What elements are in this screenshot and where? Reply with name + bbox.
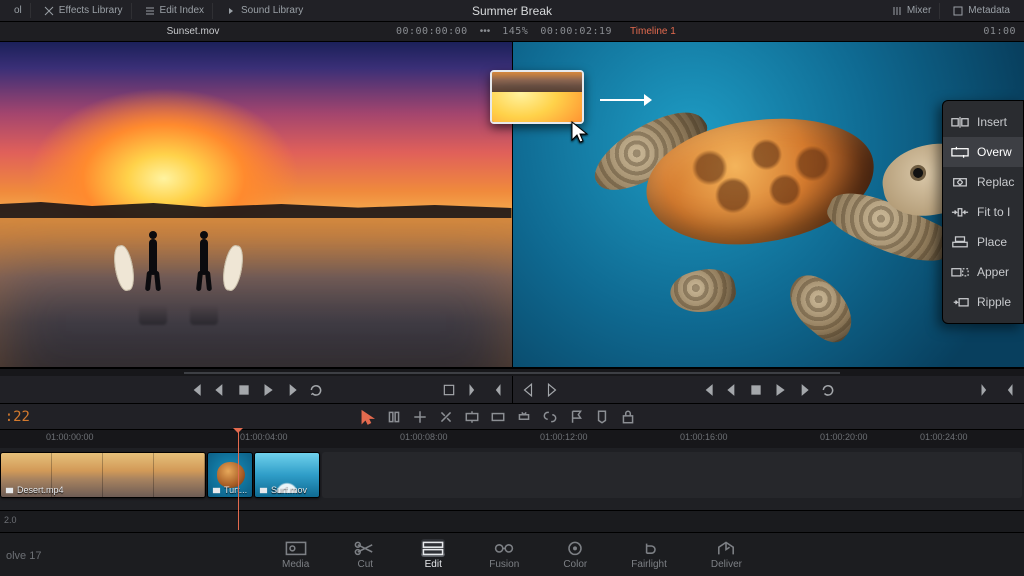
source-tc-current: 00:00:02:19 <box>540 26 612 37</box>
marker-button[interactable] <box>594 409 610 425</box>
replace-icon <box>951 175 969 189</box>
timeline-name[interactable]: Timeline 1 <box>630 26 676 37</box>
loop-button[interactable] <box>309 383 323 397</box>
page-edit[interactable]: Edit <box>413 535 453 574</box>
mixer-button[interactable]: Mixer <box>883 3 940 19</box>
source-scrub-bar[interactable] <box>0 368 1024 376</box>
playhead[interactable] <box>238 430 239 530</box>
next-frame-button[interactable] <box>285 383 299 397</box>
prev-frame-button[interactable] <box>213 383 227 397</box>
dynamic-trim-tool[interactable] <box>412 409 428 425</box>
edit-overlay-append[interactable]: Apper <box>943 257 1023 287</box>
source-tc-start: 00:00:00:00 <box>396 26 468 37</box>
transport-bar <box>0 376 1024 404</box>
viewer-zoom[interactable]: 145% <box>502 26 528 37</box>
timeline-ruler[interactable]: 01:00:00:00 01:00:04:00 01:00:08:00 01:0… <box>0 430 1024 448</box>
play-button[interactable] <box>261 383 275 397</box>
metadata-button[interactable]: Metadata <box>944 3 1018 19</box>
overwrite-clip-button[interactable] <box>490 409 506 425</box>
play-button[interactable] <box>773 383 787 397</box>
mark-in-button[interactable] <box>466 383 480 397</box>
timeline-toolbar: :22 <box>0 404 1024 430</box>
prev-frame-button[interactable] <box>725 383 739 397</box>
mark-out-button[interactable] <box>490 383 504 397</box>
edit-overlay-insert[interactable]: Insert <box>943 107 1023 137</box>
clip-turtle[interactable]: Turt... <box>207 452 253 498</box>
trim-tool[interactable] <box>386 409 402 425</box>
page-tabs: olve 17 Media Cut Edit Fusion Color Fair… <box>0 532 1024 576</box>
fit-to-fill-icon <box>951 205 969 219</box>
insert-icon <box>951 115 969 129</box>
place-on-top-icon <box>951 235 969 249</box>
first-frame-button[interactable] <box>189 383 203 397</box>
lock-button[interactable] <box>620 409 636 425</box>
match-frame-button[interactable] <box>442 383 456 397</box>
link-button[interactable] <box>542 409 558 425</box>
mark-out-button[interactable] <box>1002 383 1016 397</box>
media-pool-button[interactable]: ol <box>6 3 31 18</box>
overwrite-icon <box>951 145 969 159</box>
insert-clip-button[interactable] <box>464 409 480 425</box>
mouse-cursor-icon <box>570 120 590 146</box>
next-frame-button[interactable] <box>797 383 811 397</box>
prev-edit-button[interactable] <box>521 383 535 397</box>
effects-library-button[interactable]: Effects Library <box>35 3 132 19</box>
stop-button[interactable] <box>749 383 763 397</box>
viewer-infobar: Sunset.mov 00:00:00:00 ••• 145% 00:00:02… <box>0 22 1024 42</box>
edit-overlay-menu: Insert Overw Replac Fit to I Place Apper <box>942 100 1024 324</box>
edit-index-button[interactable]: Edit Index <box>136 3 213 19</box>
edit-overlay-replace[interactable]: Replac <box>943 167 1023 197</box>
first-frame-button[interactable] <box>701 383 715 397</box>
ripple-overwrite-icon <box>951 295 969 309</box>
source-clip-name[interactable]: Sunset.mov <box>167 26 220 37</box>
page-fusion[interactable]: Fusion <box>481 535 527 574</box>
stop-button[interactable] <box>237 383 251 397</box>
edit-overlay-place[interactable]: Place <box>943 227 1023 257</box>
blade-tool[interactable] <box>438 409 454 425</box>
top-toolbar: ol Effects Library Edit Index Sound Libr… <box>0 0 1024 22</box>
edit-overlay-ripple[interactable]: Ripple <box>943 287 1023 317</box>
timeline-tracks[interactable]: Desert.mp4 Turt... Surf.mov 2.0 <box>0 448 1024 532</box>
timeline-viewer[interactable]: Insert Overw Replac Fit to I Place Apper <box>512 42 1024 367</box>
edit-overlay-overwrite[interactable]: Overw <box>943 137 1023 167</box>
page-fairlight[interactable]: Fairlight <box>623 535 675 574</box>
clip-desert[interactable]: Desert.mp4 <box>0 452 206 498</box>
timeline-transport <box>512 376 1024 403</box>
next-edit-button[interactable] <box>545 383 559 397</box>
audio-track[interactable]: 2.0 <box>0 510 1024 532</box>
playhead-timecode: :22 <box>0 409 30 425</box>
loop-button[interactable] <box>821 383 835 397</box>
project-title: Summer Break <box>472 4 552 18</box>
source-viewer[interactable] <box>0 42 512 367</box>
page-deliver[interactable]: Deliver <box>703 535 750 574</box>
flag-button[interactable] <box>568 409 584 425</box>
empty-v1-region[interactable] <box>322 452 1022 498</box>
mark-in-button[interactable] <box>978 383 992 397</box>
selection-tool[interactable] <box>360 409 376 425</box>
page-media[interactable]: Media <box>274 535 317 574</box>
app-version-label: olve 17 <box>6 550 41 562</box>
record-tc: 01:00 <box>983 26 1016 37</box>
viewers: Insert Overw Replac Fit to I Place Apper <box>0 42 1024 368</box>
append-icon <box>951 265 969 279</box>
audio-gain-label: 2.0 <box>4 515 17 525</box>
turtle-graphic <box>564 88 973 322</box>
replace-clip-button[interactable] <box>516 409 532 425</box>
sound-library-button[interactable]: Sound Library <box>217 3 311 19</box>
drag-thumbnail[interactable] <box>490 70 584 124</box>
drag-arrow-icon <box>598 92 654 108</box>
clip-surf[interactable]: Surf.mov <box>254 452 320 498</box>
page-color[interactable]: Color <box>555 535 595 574</box>
source-transport <box>0 376 512 403</box>
page-cut[interactable]: Cut <box>345 535 385 574</box>
edit-overlay-fit[interactable]: Fit to I <box>943 197 1023 227</box>
